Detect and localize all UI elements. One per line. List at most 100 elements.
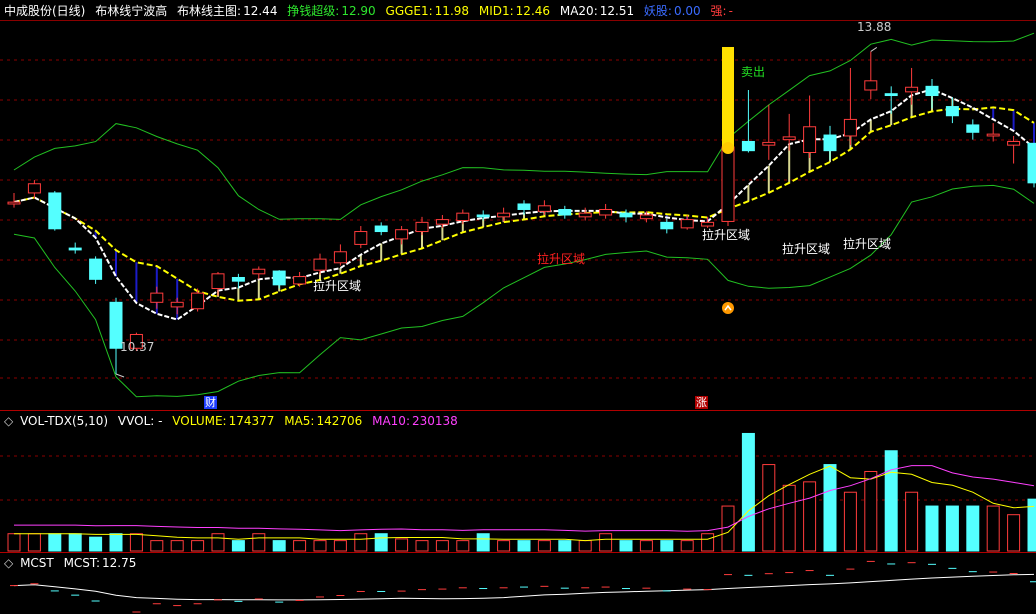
- candle-body: [211, 273, 225, 290]
- volume-bar: [354, 533, 368, 552]
- finance-marker[interactable]: 财: [204, 396, 217, 409]
- volume-bar: [864, 470, 878, 552]
- rise-marker[interactable]: 涨: [695, 396, 708, 409]
- candle-body: [721, 146, 735, 222]
- volume-bar: [925, 505, 939, 552]
- candle-body: [415, 221, 429, 233]
- candle-body: [150, 292, 164, 303]
- candle-body: [823, 134, 837, 152]
- candle-body: [476, 214, 490, 218]
- volume-bar: [986, 505, 1000, 552]
- candle-body: [945, 106, 959, 117]
- volume-bar: [476, 533, 490, 552]
- volume-bar: [803, 481, 817, 552]
- candle-body: [639, 214, 653, 220]
- volume-bar: [374, 533, 388, 552]
- candle-body: [966, 124, 980, 133]
- limit-up-bar: [722, 46, 734, 147]
- candle-body: [619, 212, 633, 218]
- bollinger-upper-line: [13, 32, 1035, 220]
- volume-bar: [578, 540, 592, 552]
- volume-bar: [7, 533, 21, 552]
- volume-bar: [517, 540, 531, 552]
- volume-bar: [48, 533, 62, 552]
- candle-body: [68, 247, 82, 251]
- volume-bar: [272, 540, 286, 552]
- candle-body: [905, 86, 919, 93]
- smile-signal-icon: [722, 141, 734, 154]
- volume-bar: [741, 432, 755, 552]
- candle-body: [48, 192, 62, 230]
- candle-body: [741, 140, 755, 152]
- low-price-label: 10.37: [120, 340, 155, 354]
- candle-body: [537, 205, 551, 212]
- volume-bar: [395, 538, 409, 552]
- volume-bar: [639, 540, 653, 552]
- candle-body: [354, 231, 368, 245]
- candle-body: [395, 229, 409, 240]
- volume-bar: [456, 540, 470, 552]
- candle-body: [660, 221, 674, 230]
- candle-body: [7, 201, 21, 205]
- volume-bar: [905, 491, 919, 552]
- volume-bar: [701, 533, 715, 552]
- candle-body: [986, 133, 1000, 137]
- volume-bar: [660, 540, 674, 552]
- candle-body: [782, 136, 796, 141]
- volume-bar: [680, 540, 694, 552]
- volume-bar: [89, 536, 103, 552]
- candle-body: [1007, 140, 1021, 146]
- candle-body: [843, 118, 857, 137]
- volume-bar: [537, 540, 551, 552]
- candle-body: [333, 251, 347, 264]
- volume-bar: [843, 491, 857, 552]
- high-pointer-icon: [870, 46, 878, 52]
- high-price-label: 13.88: [857, 20, 892, 34]
- candle-body: [272, 270, 286, 286]
- candle-body: [1027, 142, 1036, 184]
- volume-bar: [68, 533, 82, 552]
- volume-bar: [823, 464, 837, 552]
- red-zone-label: 拉升区域: [537, 252, 586, 266]
- volume-bar: [884, 450, 898, 552]
- volume-bar: [782, 484, 796, 552]
- candle-body: [374, 225, 388, 233]
- candle-body: [680, 219, 694, 229]
- candle-body: [293, 276, 307, 285]
- candle-body: [313, 258, 327, 271]
- volume-bar: [945, 505, 959, 552]
- volume-bar: [27, 533, 41, 552]
- lift-zone-label: 拉升区域: [782, 242, 831, 256]
- volume-bar: [129, 533, 143, 552]
- candle-body: [803, 126, 817, 154]
- volume-bar: [1007, 514, 1021, 552]
- candle-body: [558, 208, 572, 216]
- sell-signal-label: 卖出: [741, 65, 766, 79]
- candle-body: [762, 141, 776, 146]
- volume-bar: [415, 540, 429, 552]
- volume-bar: [558, 540, 572, 552]
- volume-bar: [497, 540, 511, 552]
- candle-body: [517, 203, 531, 210]
- candle-body: [456, 212, 470, 222]
- candle-body: [191, 292, 205, 310]
- volume-bar: [170, 540, 184, 552]
- candle-body: [925, 85, 939, 97]
- volume-bar: [966, 505, 980, 552]
- candle-body: [578, 212, 592, 218]
- volume-bar: [191, 540, 205, 552]
- candle-body: [864, 80, 878, 91]
- lift-zone-label: 拉升区域: [313, 279, 362, 293]
- volume-bar: [211, 533, 225, 552]
- volume-bar: [293, 540, 307, 552]
- volume-bar: [599, 533, 613, 552]
- kline-chart[interactable]: [0, 0, 1036, 614]
- candle-body: [435, 219, 449, 225]
- candle-body: [884, 93, 898, 97]
- volume-bar: [109, 533, 123, 552]
- lift-zone-label: 拉升区域: [702, 228, 751, 242]
- candle-body: [599, 208, 613, 216]
- volume-bar: [150, 540, 164, 552]
- volume-bar: [333, 540, 347, 552]
- volume-bar: [619, 540, 633, 552]
